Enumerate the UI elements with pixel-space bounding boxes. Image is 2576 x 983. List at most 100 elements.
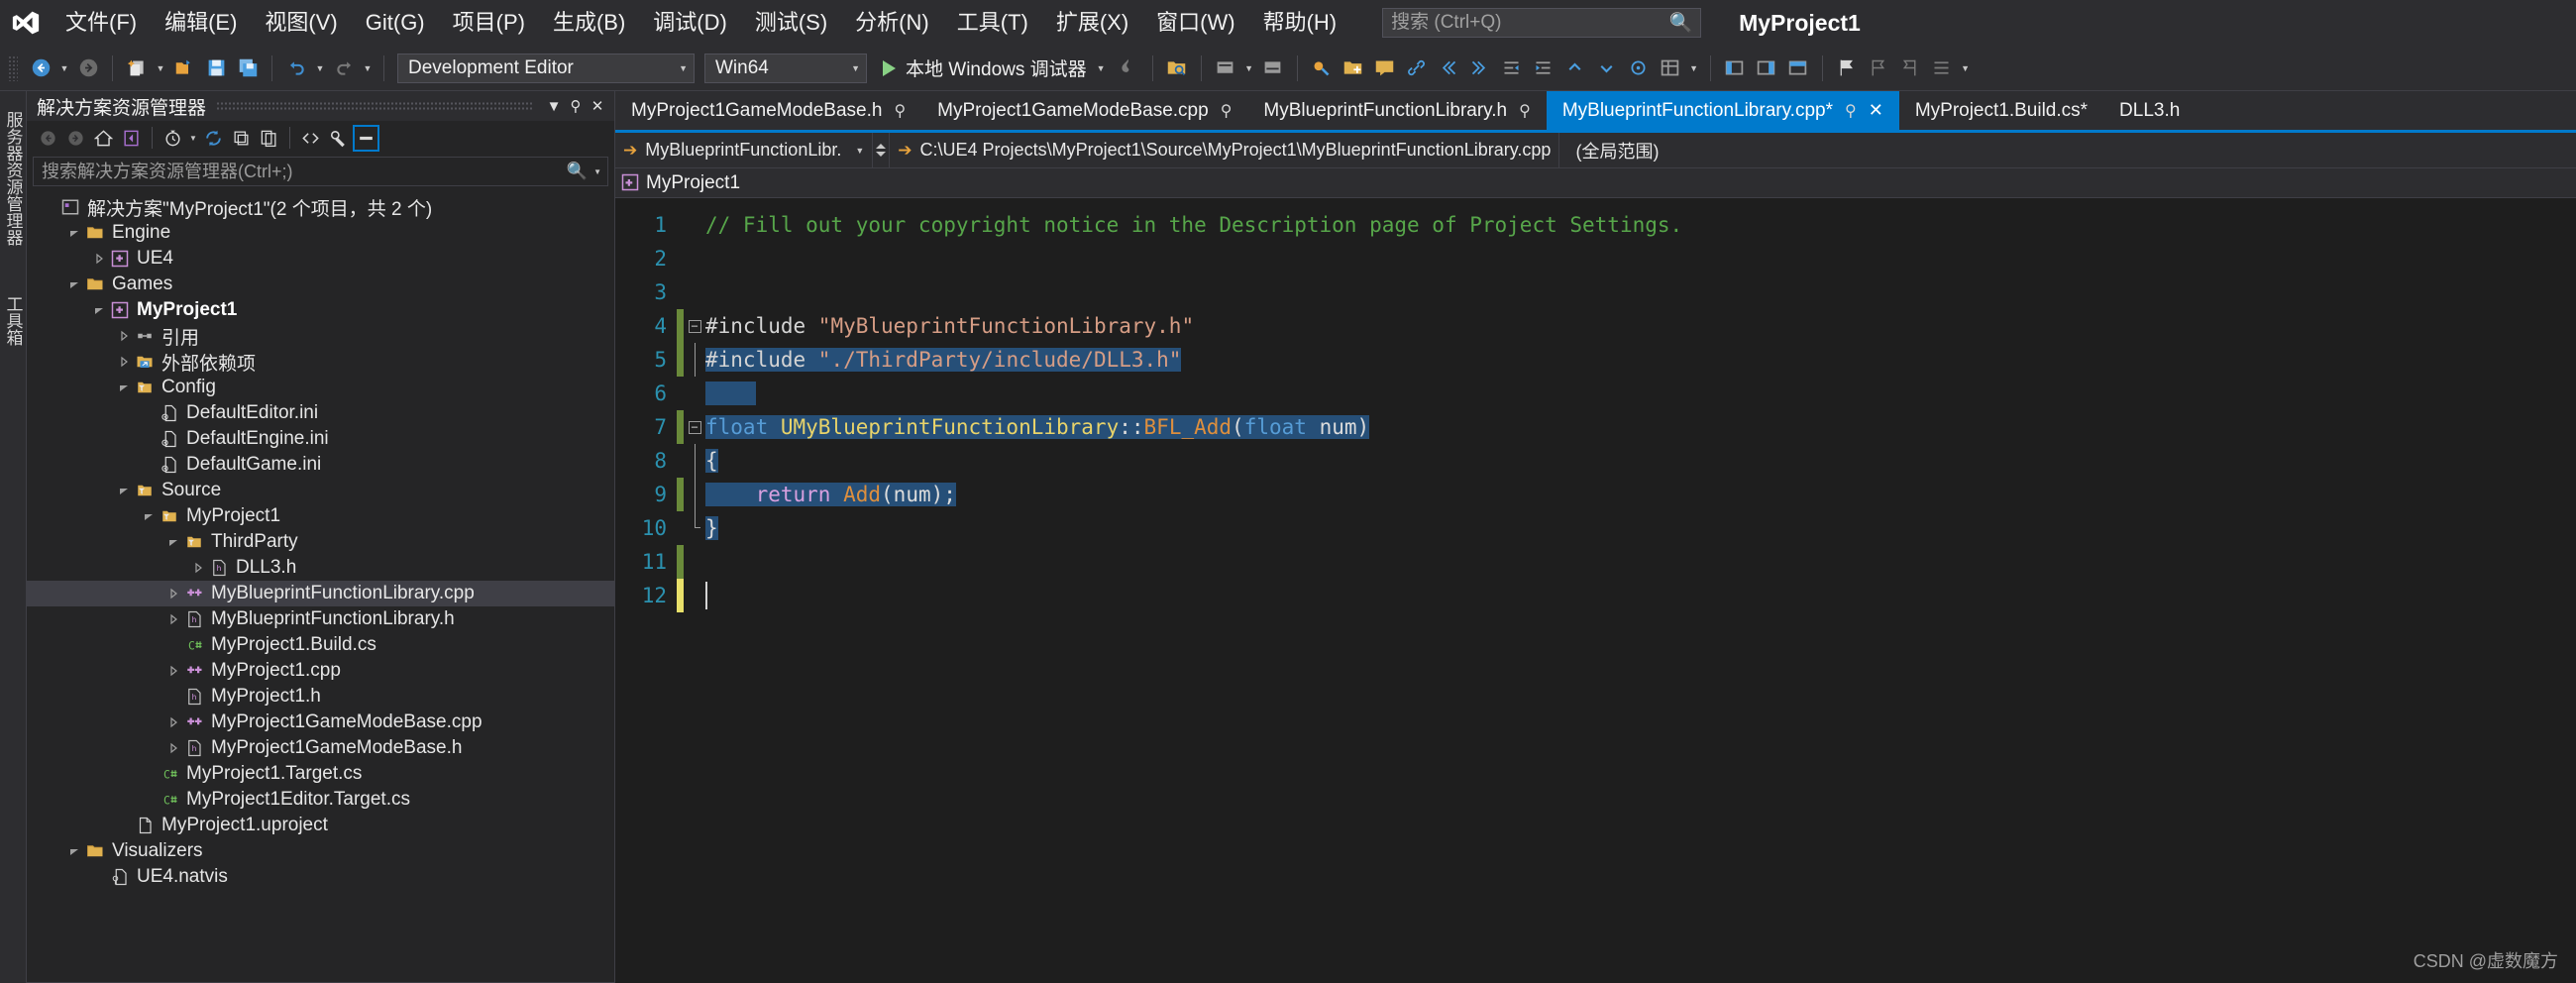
code-line[interactable]: // Fill out your copyright notice in the…	[705, 208, 2576, 242]
collapse-all-icon[interactable]	[228, 125, 255, 152]
chevron-down-icon[interactable]	[115, 382, 133, 393]
pin-icon[interactable]: ⚲	[1221, 101, 1233, 121]
editor-tab[interactable]: MyBlueprintFunctionLibrary.h ⚲	[1247, 91, 1547, 130]
save-all-icon[interactable]	[233, 54, 263, 83]
editor-tab[interactable]: MyProject1GameModeBase.cpp ⚲	[921, 91, 1248, 130]
indent-icon[interactable]	[1529, 54, 1558, 83]
navigate-forward-icon[interactable]	[73, 54, 103, 83]
menu-item-extensions[interactable]: 扩展(X)	[1042, 0, 1142, 46]
bookmark-orange-icon[interactable]	[1307, 54, 1337, 83]
panel-split-icon[interactable]	[1783, 54, 1813, 83]
code-line[interactable]	[705, 242, 2576, 275]
undo-icon[interactable]	[281, 54, 311, 83]
flag-icon[interactable]	[1832, 54, 1862, 83]
menu-item-debug[interactable]: 调试(D)	[639, 0, 741, 46]
tree-item[interactable]: MyProject1.cpp	[27, 658, 614, 684]
comment-icon[interactable]	[1370, 54, 1400, 83]
code-line[interactable]	[705, 377, 2576, 410]
vertical-tab-server-explorer[interactable]: 服务器资源管理器	[0, 99, 29, 258]
tree-item[interactable]: Games	[27, 272, 614, 297]
menu-item-test[interactable]: 测试(S)	[741, 0, 841, 46]
new-item-dropdown-icon[interactable]: ▼	[154, 54, 167, 83]
code-line[interactable]: float UMyBlueprintFunctionLibrary::BFL_A…	[705, 410, 2576, 444]
tree-item[interactable]: Visualizers	[27, 838, 614, 864]
tree-item[interactable]: h MyBlueprintFunctionLibrary.h	[27, 606, 614, 632]
chevron-down-icon[interactable]	[65, 278, 83, 290]
close-icon[interactable]: ✕	[1869, 100, 1883, 121]
chevron-down-icon[interactable]	[140, 510, 158, 522]
step-1-dropdown-icon[interactable]: ▼	[1242, 54, 1256, 83]
tree-item[interactable]: 引用	[27, 323, 614, 349]
link-icon[interactable]	[1402, 54, 1432, 83]
tree-item[interactable]: Config	[27, 375, 614, 400]
menu-item-project[interactable]: 项目(P)	[439, 0, 539, 46]
flag-prev-icon[interactable]	[1864, 54, 1893, 83]
panel-right-icon[interactable]	[1752, 54, 1781, 83]
tree-item[interactable]: C MyProject1.Target.cs	[27, 761, 614, 787]
close-icon[interactable]: ✕	[587, 95, 608, 117]
chevron-right-icon[interactable]	[164, 716, 182, 728]
preview-selected-items-icon[interactable]	[353, 124, 379, 152]
chevron-right-icon[interactable]	[115, 356, 133, 368]
tree-item[interactable]: C MyProject1Editor.Target.cs	[27, 787, 614, 813]
chevron-right-icon[interactable]	[164, 613, 182, 625]
tree-item[interactable]: DefaultEditor.ini	[27, 400, 614, 426]
dropdown-icon[interactable]: ▼	[543, 95, 565, 117]
target-icon[interactable]	[1624, 54, 1654, 83]
tree-item[interactable]: MyProject1	[27, 297, 614, 323]
tree-item[interactable]: ThirdParty	[27, 529, 614, 555]
pin-icon[interactable]: ⚲	[565, 95, 587, 117]
pin-icon[interactable]: ⚲	[1519, 101, 1531, 121]
solution-configuration-combo[interactable]: Development Editor ▼	[397, 53, 695, 83]
tree-item[interactable]: h MyProject1GameModeBase.h	[27, 735, 614, 761]
chevron-down-icon[interactable]: ▼	[1097, 63, 1106, 73]
folder-search-icon[interactable]	[1162, 54, 1192, 83]
start-debugging-button[interactable]: 本地 Windows 调试器 ▼	[873, 53, 1112, 84]
pin-icon[interactable]: ⚲	[894, 101, 906, 121]
chevron-down-icon[interactable]: ▼	[593, 167, 601, 176]
code-line[interactable]	[705, 275, 2576, 309]
tree-item[interactable]: Source	[27, 478, 614, 503]
editor-tab[interactable]: MyProject1.Build.cs*	[1898, 91, 2104, 130]
flag-list-dropdown-icon[interactable]: ▼	[1959, 54, 1973, 83]
code-line[interactable]: }	[705, 511, 2576, 545]
vs-sync-icon[interactable]	[118, 125, 145, 152]
tree-item[interactable]: DefaultEngine.ini	[27, 426, 614, 452]
code-text-area[interactable]: // Fill out your copyright notice in the…	[705, 198, 2576, 983]
spinner-up-icon[interactable]	[876, 144, 887, 149]
solution-explorer-search-box[interactable]: 🔍 ▼	[33, 157, 608, 186]
chevron-right-icon[interactable]	[164, 742, 182, 754]
down-chevron-icon[interactable]	[1592, 54, 1622, 83]
navigate-back-dropdown-icon[interactable]: ▼	[57, 54, 71, 83]
code-line[interactable]	[705, 579, 2576, 612]
undo-dropdown-icon[interactable]: ▼	[313, 54, 327, 83]
chevron-right-icon[interactable]	[189, 562, 207, 574]
menu-item-analyze[interactable]: 分析(N)	[841, 0, 943, 46]
pending-changes-icon[interactable]	[160, 125, 186, 152]
toolbar-grip[interactable]	[8, 55, 18, 81]
refresh-icon[interactable]	[200, 125, 227, 152]
code-line[interactable]	[705, 545, 2576, 579]
up-chevron-icon[interactable]	[1560, 54, 1590, 83]
editor-tab[interactable]: DLL3.h	[2103, 91, 2197, 130]
code-view-icon[interactable]	[297, 125, 324, 152]
tree-item[interactable]: C MyProject1.Build.cs	[27, 632, 614, 658]
navbar-scope-dropdown[interactable]: (全局范围)	[1559, 133, 1666, 167]
tree-item[interactable]: h MyProject1.h	[27, 684, 614, 710]
code-line[interactable]: #include "./ThirdParty/include/DLL3.h"	[705, 343, 2576, 377]
navbar-spinner[interactable]	[872, 133, 891, 167]
vertical-tab-toolbox[interactable]: 工具箱	[0, 283, 29, 358]
tree-item[interactable]: h DLL3.h	[27, 555, 614, 581]
back-icon[interactable]	[35, 125, 61, 152]
code-line[interactable]: {	[705, 444, 2576, 478]
fold-collapse-icon[interactable]: −	[684, 309, 705, 343]
fold-collapse-icon[interactable]: −	[684, 410, 705, 444]
redo-icon[interactable]	[329, 54, 359, 83]
chevron-right-icon[interactable]	[164, 588, 182, 600]
code-folding-column[interactable]: − −	[684, 198, 705, 983]
outdent-icon[interactable]	[1497, 54, 1527, 83]
step-icon-1[interactable]	[1211, 54, 1240, 83]
menu-item-git[interactable]: Git(G)	[352, 0, 439, 46]
pending-changes-dropdown-icon[interactable]: ▼	[187, 123, 199, 153]
editor-tab[interactable]: MyProject1GameModeBase.h ⚲	[615, 91, 922, 130]
